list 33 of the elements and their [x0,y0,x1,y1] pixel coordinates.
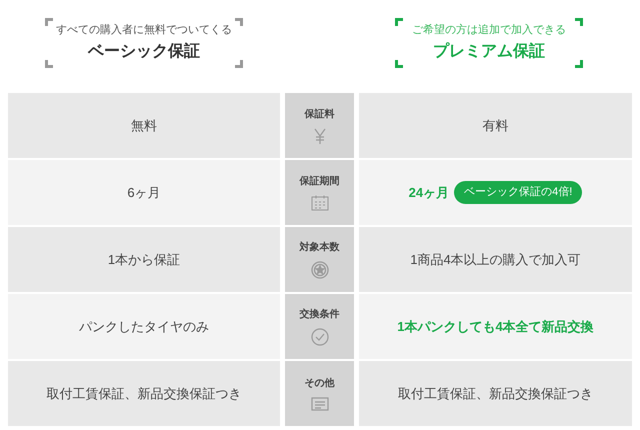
row-label: 保証料 [304,108,334,122]
document-icon [310,397,328,411]
corner-bracket [395,18,403,26]
premium-value: 有料 [482,116,508,135]
basic-cell: 取付工賃保証、新品交換保証つき [8,361,280,426]
premium-value: 24ヶ月 [408,184,450,202]
premium-value: 取付工賃保証、新品交換保証つき [398,384,593,403]
plan-subtitle: ご希望の方は追加で加入できる [412,22,566,36]
premium-value: 1商品4本以上の購入で加入可 [410,250,581,269]
row-label: 保証期間 [300,174,340,189]
row-label: 交換条件 [300,307,340,322]
plan-subtitle: すべての購入者に無料でついてくる [56,22,232,36]
row-label: 対象本数 [300,240,340,255]
corner-bracket [235,60,243,68]
highlight-badge: ベーシック保証の4倍! [454,181,582,204]
yen-icon [312,128,326,144]
corner-bracket [575,18,583,26]
basic-cell: 6ヶ月 [8,160,280,225]
plan-title: プレミアム保証 [433,41,545,62]
plan-title: ベーシック保証 [88,41,200,62]
basic-cell: 無料 [8,93,280,158]
corner-bracket [45,18,53,26]
row-label: その他 [304,376,334,391]
check-circle-icon [310,328,328,346]
premium-value: 1本パンクしても4本全て新品交換 [397,318,594,336]
calendar-icon [310,195,328,211]
wheel-icon [310,261,328,279]
basic-cell: パンクしたタイヤのみ [8,294,280,359]
corner-bracket [395,60,403,68]
corner-bracket [575,60,583,68]
basic-cell: 1本から保証 [8,227,280,292]
corner-bracket [235,18,243,26]
corner-bracket [45,60,53,68]
